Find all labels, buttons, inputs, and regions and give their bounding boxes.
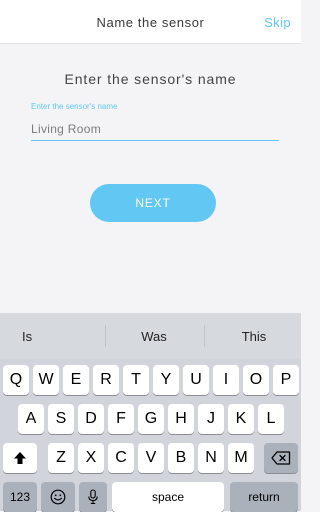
key-o[interactable]: O	[243, 365, 269, 395]
on-screen-keyboard: Is Was This Q W E R T Y U I O P A S D F …	[0, 313, 301, 512]
microphone-icon	[88, 489, 98, 505]
key-n[interactable]: N	[198, 443, 224, 473]
nav-header: Name the sensor Skip	[0, 0, 301, 44]
numbers-key[interactable]: 123	[3, 482, 37, 512]
key-l[interactable]: L	[258, 404, 284, 434]
emoji-icon	[50, 489, 66, 505]
key-b[interactable]: B	[168, 443, 194, 473]
key-t[interactable]: T	[123, 365, 149, 395]
sensor-name-input[interactable]	[31, 117, 279, 141]
return-key[interactable]: return	[230, 482, 298, 512]
sensor-name-label: Enter the sensor's name	[31, 102, 118, 111]
suggestion-1[interactable]: Is	[0, 329, 106, 344]
key-d[interactable]: D	[78, 404, 104, 434]
next-button[interactable]: NEXT	[90, 184, 216, 222]
key-i[interactable]: I	[213, 365, 239, 395]
key-k[interactable]: K	[228, 404, 254, 434]
key-e[interactable]: E	[63, 365, 89, 395]
key-z[interactable]: Z	[48, 443, 74, 473]
suggestion-3[interactable]: This	[204, 329, 304, 344]
suggestion-2[interactable]: Was	[104, 329, 204, 344]
key-f[interactable]: F	[108, 404, 134, 434]
key-m[interactable]: M	[228, 443, 254, 473]
shift-arrow-icon	[14, 452, 26, 464]
key-y[interactable]: Y	[153, 365, 179, 395]
key-q[interactable]: Q	[3, 365, 29, 395]
page-title: Name the sensor	[96, 15, 205, 30]
key-h[interactable]: H	[168, 404, 194, 434]
emoji-key[interactable]	[41, 482, 75, 512]
suggestion-bar: Is Was This	[0, 313, 301, 359]
key-j[interactable]: J	[198, 404, 224, 434]
dictation-key[interactable]	[79, 482, 107, 512]
name-prompt: Enter the sensor's name	[64, 71, 237, 87]
key-s[interactable]: S	[48, 404, 74, 434]
space-key[interactable]: space	[112, 482, 224, 512]
shift-key[interactable]	[3, 443, 37, 473]
key-p[interactable]: P	[273, 365, 299, 395]
key-a[interactable]: A	[18, 404, 44, 434]
key-w[interactable]: W	[33, 365, 59, 395]
key-v[interactable]: V	[138, 443, 164, 473]
key-g[interactable]: G	[138, 404, 164, 434]
skip-button[interactable]: Skip	[264, 15, 291, 30]
key-c[interactable]: C	[108, 443, 134, 473]
key-u[interactable]: U	[183, 365, 209, 395]
key-r[interactable]: R	[93, 365, 119, 395]
key-x[interactable]: X	[78, 443, 104, 473]
backspace-icon	[271, 451, 291, 465]
backspace-key[interactable]	[264, 443, 298, 473]
